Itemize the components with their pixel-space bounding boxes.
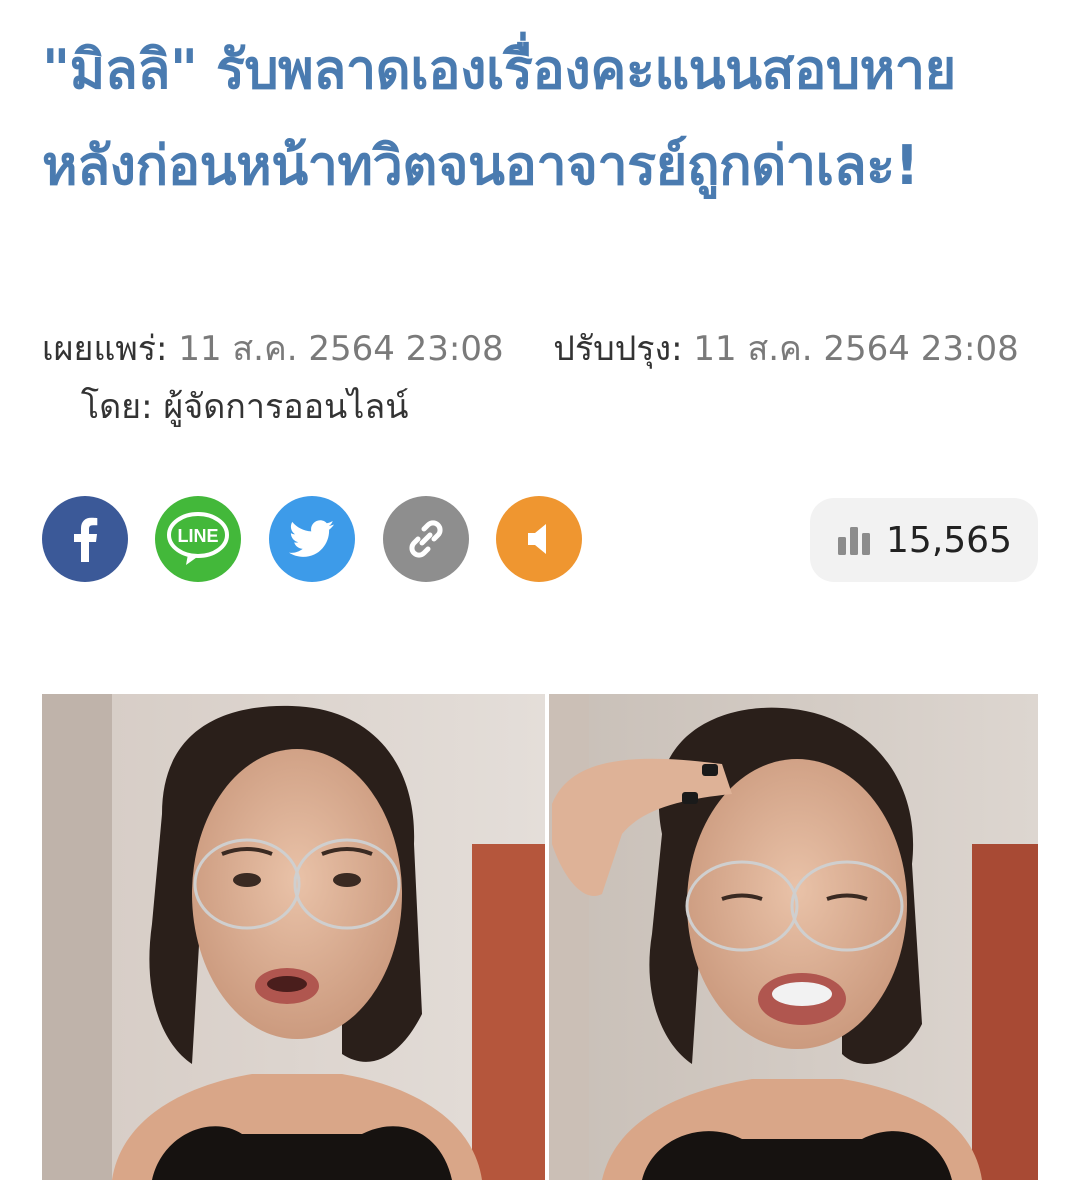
views-count: 15,565 [886, 519, 1012, 561]
published-date: 11 ส.ค. 2564 23:08 [178, 329, 504, 369]
facebook-share-button[interactable] [42, 496, 128, 582]
article-meta: เผยแพร่: 11 ส.ค. 2564 23:08 ปรับปรุง: 11… [42, 320, 1042, 436]
facebook-icon [74, 517, 98, 562]
twitter-share-button[interactable] [269, 496, 355, 582]
article-photo-image [42, 694, 1038, 1180]
line-share-button[interactable]: LINE [155, 496, 241, 582]
article-page: "มิลลิ" รับพลาดเองเรื่องคะแนนสอบหาย หลัง… [0, 0, 1080, 1180]
line-icon-text: LINE [177, 526, 218, 546]
author-label: โดย: [80, 387, 153, 427]
copy-link-button[interactable] [383, 496, 469, 582]
updated-date: 11 ส.ค. 2564 23:08 [693, 329, 1019, 369]
article-photo[interactable] [42, 694, 1038, 1180]
link-icon [409, 520, 443, 558]
line-icon: LINE [167, 512, 229, 565]
speaker-icon [528, 524, 546, 554]
share-bar: LINE 15,565 [42, 496, 1038, 582]
views-counter: 15,565 [810, 498, 1038, 582]
bar-chart-icon [838, 527, 871, 555]
published-label: เผยแพร่: [42, 329, 168, 369]
twitter-icon [289, 520, 335, 557]
author-name: ผู้จัดการออนไลน์ [163, 387, 409, 427]
listen-button[interactable] [496, 496, 582, 582]
updated-label: ปรับปรุง: [553, 329, 683, 369]
article-headline: "มิลลิ" รับพลาดเองเรื่องคะแนนสอบหาย หลัง… [42, 38, 956, 197]
